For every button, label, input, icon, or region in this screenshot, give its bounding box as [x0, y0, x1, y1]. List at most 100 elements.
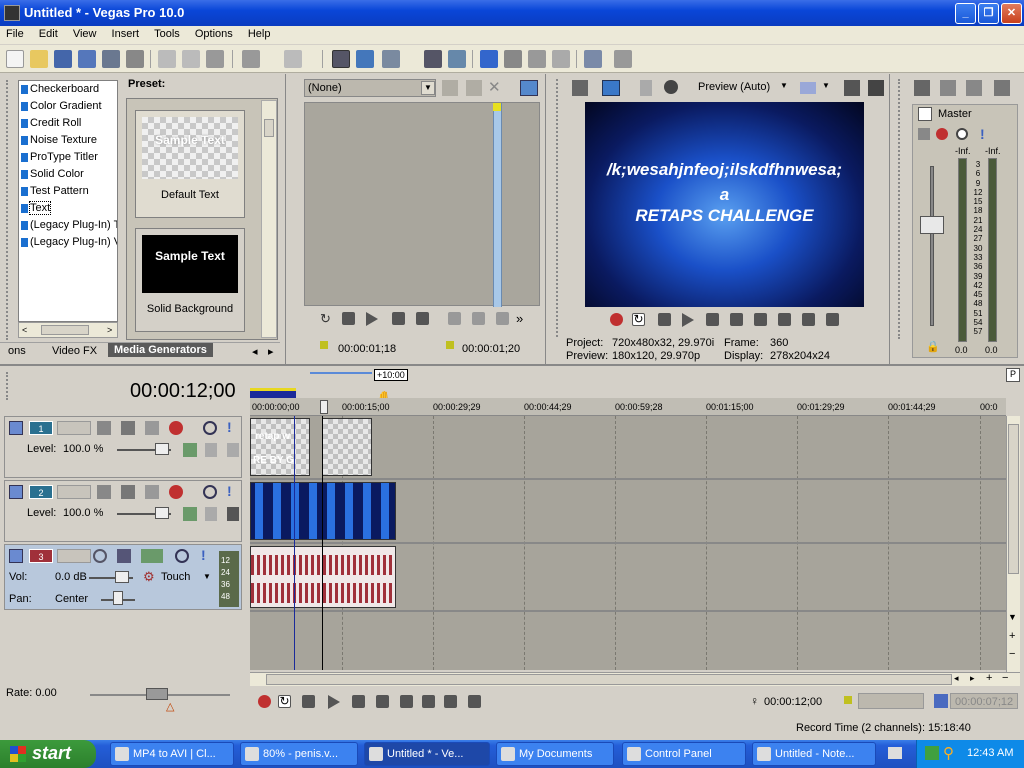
- menu-tools[interactable]: Tools: [148, 26, 186, 40]
- preset-vertical-scrollbar[interactable]: [261, 100, 277, 338]
- next-frame-icon[interactable]: [468, 695, 481, 708]
- tab-video-fx[interactable]: Video FX: [52, 345, 97, 357]
- mixer-insert-bus-icon[interactable]: [994, 80, 1010, 96]
- taskbar-item-my-documents[interactable]: My Documents: [496, 742, 614, 766]
- track-expand-icon[interactable]: [9, 485, 23, 499]
- track-name-field[interactable]: [57, 549, 91, 563]
- master-fx-icon[interactable]: [918, 107, 932, 121]
- list-item-selected[interactable]: Text: [19, 200, 117, 217]
- auto-crossfade-icon[interactable]: [448, 50, 466, 68]
- help-icon[interactable]: [584, 50, 602, 68]
- normal-edit-tool-icon[interactable]: [480, 50, 498, 68]
- zoom-tool-icon[interactable]: [552, 50, 570, 68]
- overlays-icon[interactable]: [664, 80, 678, 94]
- pause-icon[interactable]: [352, 695, 365, 708]
- menu-help[interactable]: Help: [242, 26, 277, 40]
- timeline-vertical-scrollbar[interactable]: ▼ + −: [1006, 416, 1020, 672]
- whats-this-icon[interactable]: [614, 50, 632, 68]
- copy-snapshot-icon[interactable]: [844, 80, 860, 96]
- solo-icon[interactable]: !: [227, 419, 232, 435]
- trimmer-view[interactable]: [304, 102, 540, 307]
- play-from-start-icon[interactable]: [658, 313, 671, 326]
- preset-solid-background[interactable]: Sample Text Solid Background: [135, 228, 245, 332]
- mixer-properties-icon[interactable]: [914, 80, 930, 96]
- generator-list[interactable]: Checkerboard Color Gradient Credit Roll …: [18, 80, 118, 322]
- record-icon[interactable]: [610, 313, 623, 326]
- track-fx-chain-icon[interactable]: [183, 507, 197, 521]
- close-button[interactable]: ✕: [1001, 3, 1022, 24]
- automation-gear-icon[interactable]: ⚙: [143, 569, 155, 585]
- clock[interactable]: 12:43 AM: [967, 747, 1013, 759]
- next-frame-icon[interactable]: [826, 313, 839, 326]
- preset-default-text[interactable]: Sample Text Default Text: [135, 110, 245, 218]
- audio-fx-icon[interactable]: [141, 549, 163, 563]
- menu-edit[interactable]: Edit: [33, 26, 64, 40]
- menu-options[interactable]: Options: [189, 26, 239, 40]
- solo-icon[interactable]: !: [201, 547, 206, 563]
- tab-transitions[interactable]: ons: [8, 345, 26, 357]
- taskbar-item-mp4-to-avi[interactable]: MP4 to AVI | Cl...: [110, 742, 234, 766]
- rate-slider-handle[interactable]: [146, 688, 168, 700]
- auto-ripple-icon[interactable]: [356, 50, 374, 68]
- stop-icon[interactable]: [376, 695, 389, 708]
- composite-mode-icon[interactable]: [97, 421, 111, 435]
- menu-file[interactable]: File: [0, 26, 30, 40]
- preview-properties-icon[interactable]: [572, 80, 588, 96]
- cut-icon[interactable]: [158, 50, 176, 68]
- record-icon[interactable]: [258, 695, 271, 708]
- keyboard-icon[interactable]: [888, 747, 902, 759]
- chevron-down-icon[interactable]: ▼: [780, 81, 788, 90]
- play-icon[interactable]: [682, 313, 694, 327]
- properties-icon[interactable]: [126, 50, 144, 68]
- track-up-icon[interactable]: [205, 507, 217, 521]
- automation-mode[interactable]: Touch: [161, 571, 190, 583]
- lock-envelopes-icon[interactable]: [382, 50, 400, 68]
- vegas-app-icon[interactable]: [4, 5, 20, 21]
- save-snapshot-icon[interactable]: [868, 80, 884, 96]
- trimmer-clear-icon[interactable]: ✕: [488, 78, 501, 96]
- track-fx-icon[interactable]: [169, 421, 183, 435]
- maximize-button[interactable]: ❐: [978, 3, 999, 24]
- chevron-down-icon[interactable]: ▼: [203, 572, 211, 581]
- preview-grip[interactable]: [556, 79, 562, 337]
- selection-tool-icon[interactable]: [528, 50, 546, 68]
- stop-icon[interactable]: [416, 312, 429, 325]
- mixer-downmix-icon[interactable]: [940, 80, 956, 96]
- open-icon[interactable]: [30, 50, 48, 68]
- master-grip[interactable]: [898, 79, 904, 339]
- taskbar-item-video[interactable]: 80% - penis.v...: [240, 742, 358, 766]
- track-header-2[interactable]: 2 ! Level: 100.0 %: [4, 480, 242, 542]
- playhead-handle[interactable]: [320, 400, 328, 414]
- track-fx-chain-icon[interactable]: [183, 443, 197, 457]
- track-name-field[interactable]: [57, 421, 91, 435]
- loop-playback-icon[interactable]: ↻: [278, 695, 291, 708]
- preview-scale-icon[interactable]: [800, 82, 816, 94]
- go-to-start-icon[interactable]: [754, 313, 767, 326]
- start-button[interactable]: start: [0, 740, 96, 768]
- master-automation-icon[interactable]: [918, 128, 930, 140]
- set-out-icon[interactable]: [472, 312, 485, 325]
- list-item[interactable]: Solid Color: [19, 166, 117, 183]
- previous-frame-icon[interactable]: [802, 313, 815, 326]
- timeline-tracks[interactable]: retap w RE BY G: [250, 416, 1006, 670]
- trimmer-playhead-bar[interactable]: [493, 103, 502, 307]
- tab-scroll-left-icon[interactable]: ◂: [252, 345, 258, 358]
- panel-grip[interactable]: [6, 80, 12, 340]
- taskbar-item-vegas[interactable]: Untitled * - Ve...: [364, 742, 490, 766]
- trimmer-monitor-icon[interactable]: [520, 80, 538, 96]
- menu-view[interactable]: View: [67, 26, 103, 40]
- tab-media-generators[interactable]: Media Generators: [108, 343, 213, 357]
- track-motion-icon[interactable]: [145, 421, 159, 435]
- paste-icon[interactable]: [206, 50, 224, 68]
- track-expand-icon[interactable]: [9, 549, 23, 563]
- selection-length-field[interactable]: 00:00:07;12: [950, 693, 1018, 709]
- go-to-end-icon[interactable]: [778, 313, 791, 326]
- timeline-menu-icon[interactable]: P: [1006, 368, 1020, 382]
- search-icon[interactable]: ⚲: [943, 744, 954, 762]
- minimize-button[interactable]: _: [955, 3, 976, 24]
- list-item[interactable]: Test Pattern: [19, 183, 117, 200]
- tab-scroll-right-icon[interactable]: ▸: [268, 345, 274, 358]
- video-preview[interactable]: /k;wesahjnfeoj;ilskdfhnwesa; a RETAPS CH…: [585, 102, 864, 307]
- arm-record-icon[interactable]: [93, 549, 107, 563]
- audio-event-clip[interactable]: [250, 546, 396, 608]
